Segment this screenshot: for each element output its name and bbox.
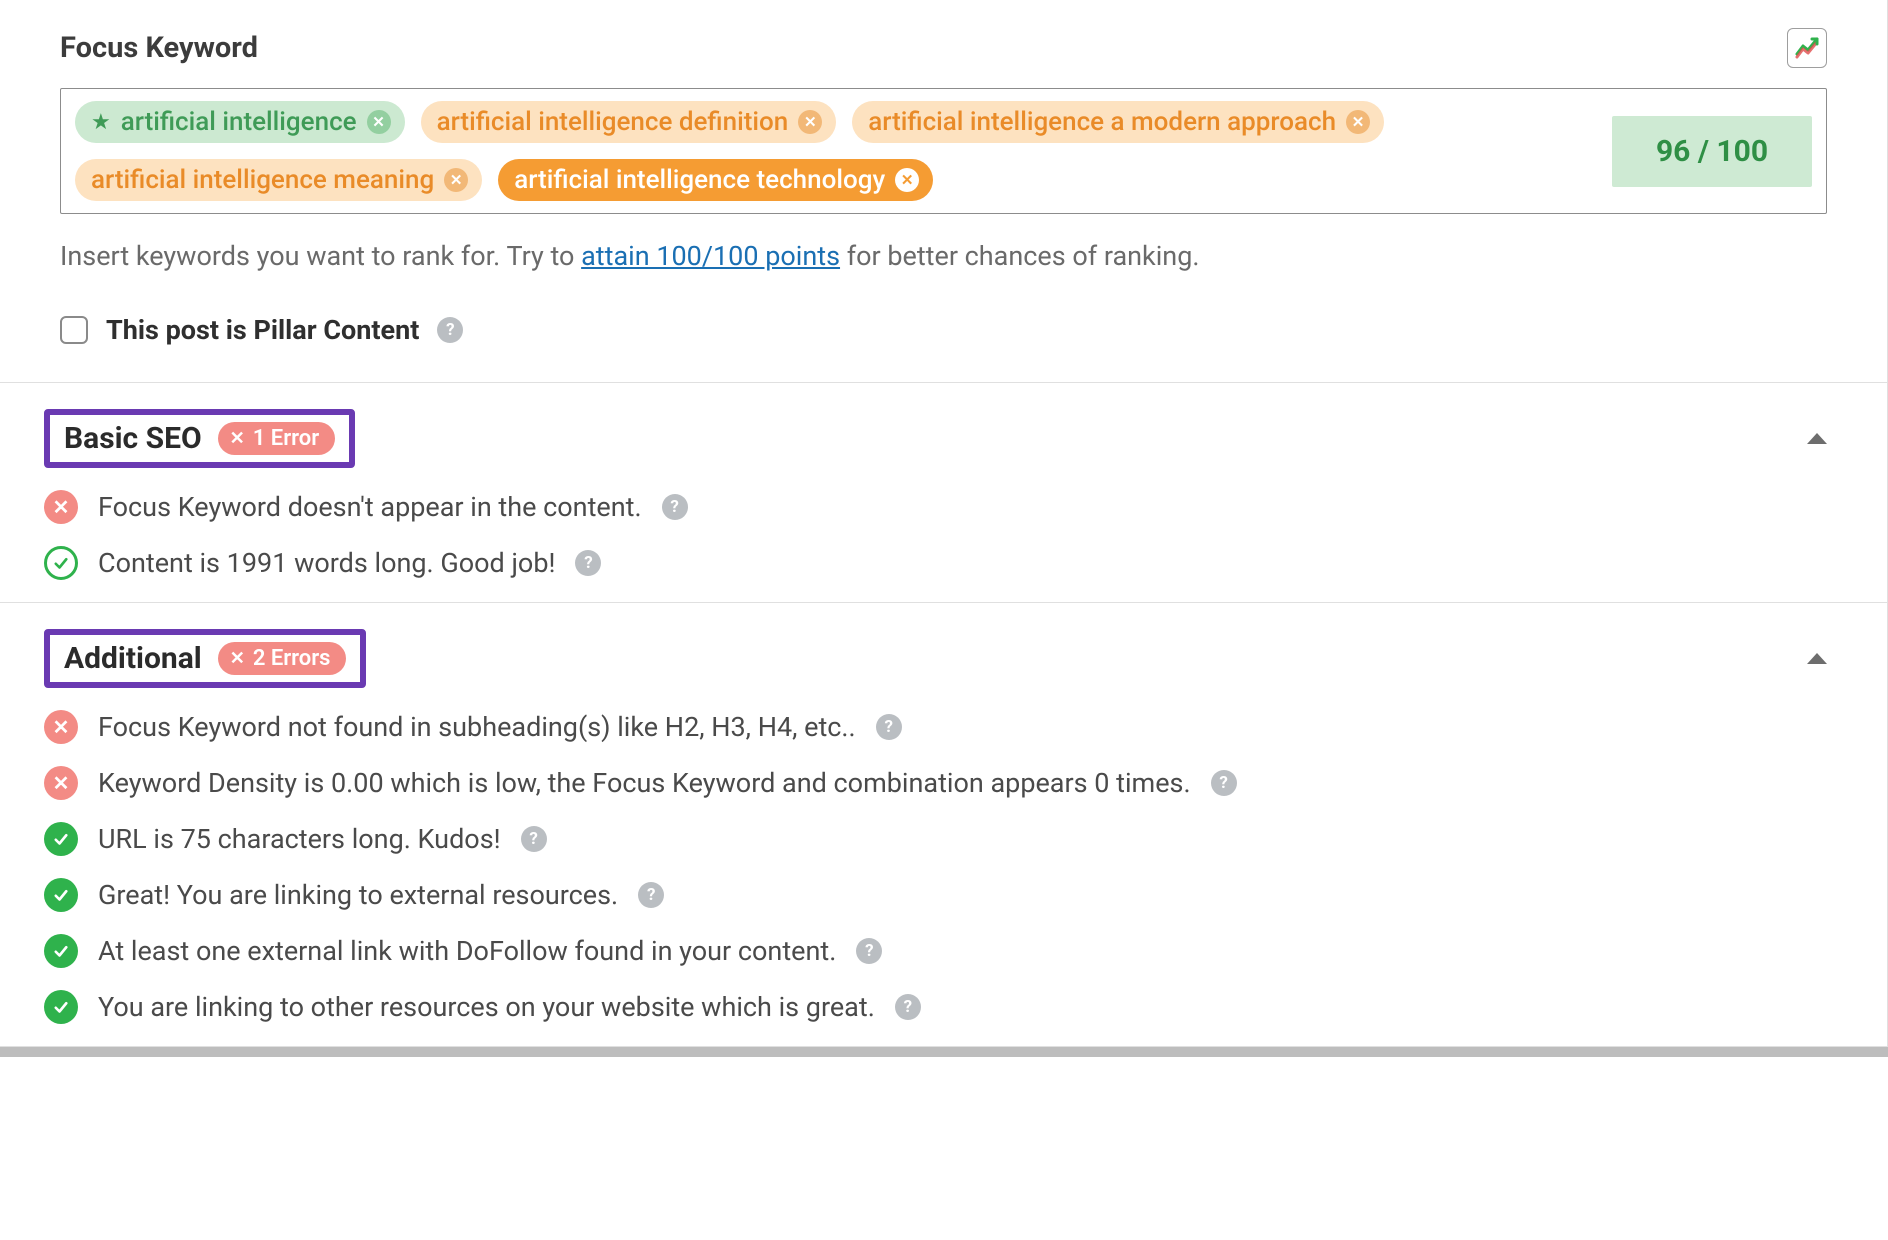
hint-suffix: for better chances of ranking. [840, 240, 1199, 272]
section-title: Additional [64, 641, 202, 676]
section-title: Basic SEO [64, 421, 202, 456]
star-icon: ★ [91, 110, 111, 135]
section-title-highlight: Basic SEO ✕ 1 Error [44, 409, 355, 468]
help-icon[interactable]: ? [895, 994, 921, 1020]
keyword-tag[interactable]: artificial intelligence meaning ✕ [75, 159, 482, 201]
pillar-checkbox[interactable] [60, 316, 88, 344]
trend-icon [1795, 36, 1819, 60]
help-icon[interactable]: ? [662, 494, 688, 520]
error-badge-text: 2 Errors [253, 646, 331, 671]
check-text: URL is 75 characters long. Kudos! [98, 823, 501, 855]
status-ok-ring-icon [44, 546, 78, 580]
check-row: ✕ Focus Keyword doesn't appear in the con… [44, 490, 1827, 524]
keyword-hint: Insert keywords you want to rank for. Tr… [60, 240, 1827, 272]
check-row: At least one external link with DoFollow… [44, 934, 1827, 968]
help-icon[interactable]: ? [638, 882, 664, 908]
seo-panel: Focus Keyword ★artificial intelligence✕a… [0, 0, 1888, 1057]
error-badge-text: 1 Error [253, 426, 319, 451]
check-text: Great! You are linking to external resou… [98, 879, 618, 911]
check-row: Content is 1991 words long. Good job!? [44, 546, 1827, 580]
keyword-tag-label: artificial intelligence [121, 107, 357, 137]
trends-button[interactable] [1787, 28, 1827, 68]
collapse-caret-icon[interactable] [1807, 433, 1827, 444]
status-ok-icon [44, 990, 78, 1024]
bottom-scrollbar[interactable] [0, 1047, 1888, 1057]
remove-keyword-icon[interactable]: ✕ [798, 110, 822, 134]
focus-keyword-heading: Focus Keyword [60, 31, 258, 65]
section-header[interactable]: Additional ✕ 2 Errors [44, 629, 1827, 688]
error-x-icon: ✕ [230, 648, 245, 669]
keyword-tag-label: artificial intelligence meaning [91, 165, 434, 195]
keyword-tag[interactable]: ★ artificial intelligence ✕ [75, 101, 405, 143]
remove-keyword-icon[interactable]: ✕ [895, 168, 919, 192]
seo-section: Basic SEO ✕ 1 Error ✕ Focus Keyword doesn't … [0, 382, 1887, 602]
help-icon[interactable]: ? [876, 714, 902, 740]
help-icon[interactable]: ? [1211, 770, 1237, 796]
check-text: You are linking to other resources on yo… [98, 991, 875, 1023]
collapse-caret-icon[interactable] [1807, 653, 1827, 664]
keyword-input-box[interactable]: ★artificial intelligence✕artificial inte… [60, 88, 1827, 214]
status-error-icon: ✕ [44, 490, 78, 524]
check-text: Keyword Density is 0.00 which is low, th… [98, 767, 1191, 799]
remove-keyword-icon[interactable]: ✕ [367, 110, 391, 134]
check-text: At least one external link with DoFollow… [98, 935, 836, 967]
keyword-tag[interactable]: artificial intelligence a modern approac… [852, 101, 1384, 143]
section-title-highlight: Additional ✕ 2 Errors [44, 629, 366, 688]
sections-host: Basic SEO ✕ 1 Error ✕ Focus Keyword doesn't … [0, 382, 1887, 1046]
hint-link[interactable]: attain 100/100 points [581, 240, 840, 272]
hint-prefix: Insert keywords you want to rank for. Tr… [60, 240, 581, 272]
keyword-tag-label: artificial intelligence technology [514, 165, 885, 195]
check-row: Great! You are linking to external resou… [44, 878, 1827, 912]
check-row: You are linking to other resources on yo… [44, 990, 1827, 1024]
keyword-tag-label: artificial intelligence a modern approac… [868, 107, 1336, 137]
seo-score: 96 / 100 [1612, 116, 1812, 187]
check-row: ✕ Focus Keyword not found in subheading(s… [44, 710, 1827, 744]
status-ok-icon [44, 934, 78, 968]
error-badge: ✕ 1 Error [218, 422, 335, 455]
status-ok-icon [44, 822, 78, 856]
error-x-icon: ✕ [230, 428, 245, 449]
error-badge: ✕ 2 Errors [218, 642, 347, 675]
remove-keyword-icon[interactable]: ✕ [444, 168, 468, 192]
check-row: URL is 75 characters long. Kudos!? [44, 822, 1827, 856]
keyword-tags: ★artificial intelligence✕artificial inte… [75, 101, 1592, 201]
focus-keyword-area: Focus Keyword ★artificial intelligence✕a… [0, 0, 1887, 382]
help-icon[interactable]: ? [575, 550, 601, 576]
check-list: ✕ Focus Keyword doesn't appear in the con… [44, 490, 1827, 580]
panel-body: Focus Keyword ★artificial intelligence✕a… [0, 0, 1888, 1047]
check-row: ✕ Keyword Density is 0.00 which is low, t… [44, 766, 1827, 800]
help-icon[interactable]: ? [437, 317, 463, 343]
status-error-icon: ✕ [44, 766, 78, 800]
keyword-tag[interactable]: artificial intelligence definition ✕ [421, 101, 837, 143]
remove-keyword-icon[interactable]: ✕ [1346, 110, 1370, 134]
keyword-tag[interactable]: artificial intelligence technology ✕ [498, 159, 933, 201]
check-text: Focus Keyword doesn't appear in the cont… [98, 491, 642, 523]
check-text: Focus Keyword not found in subheading(s)… [98, 711, 856, 743]
pillar-row: This post is Pillar Content ? [60, 314, 1827, 346]
pillar-label: This post is Pillar Content [106, 314, 419, 346]
status-ok-icon [44, 878, 78, 912]
help-icon[interactable]: ? [856, 938, 882, 964]
seo-section: Additional ✕ 2 Errors ✕ Focus Keyword not fo… [0, 602, 1887, 1046]
check-text: Content is 1991 words long. Good job! [98, 547, 555, 579]
section-header[interactable]: Basic SEO ✕ 1 Error [44, 409, 1827, 468]
focus-heading-row: Focus Keyword [60, 28, 1827, 68]
status-error-icon: ✕ [44, 710, 78, 744]
keyword-tag-label: artificial intelligence definition [437, 107, 789, 137]
check-list: ✕ Focus Keyword not found in subheading(s… [44, 710, 1827, 1024]
help-icon[interactable]: ? [521, 826, 547, 852]
